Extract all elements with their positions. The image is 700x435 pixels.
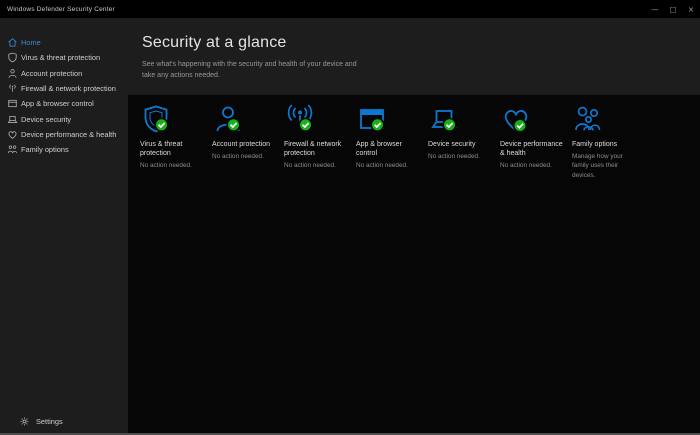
tile-status: No action needed. bbox=[212, 152, 278, 161]
sidebar-item-label: Device performance & health bbox=[21, 130, 116, 139]
sidebar-item-device-performance-health[interactable]: Device performance & health bbox=[0, 127, 128, 142]
sidebar-item-device-security[interactable]: Device security bbox=[0, 111, 128, 126]
sidebar-item-label: Device security bbox=[21, 115, 71, 124]
page-subtitle: See what's happening with the security a… bbox=[142, 59, 368, 81]
shield-icon bbox=[140, 103, 172, 135]
maximize-button[interactable]: □ bbox=[664, 0, 682, 18]
sidebar-item-home[interactable]: Home bbox=[0, 35, 128, 50]
tile-firewall-network-protection[interactable]: Firewall & network protection No action … bbox=[284, 103, 356, 171]
tile-virus-threat-protection[interactable]: Virus & threat protection No action need… bbox=[140, 103, 212, 171]
app-window: Windows Defender Security Center — □ × H… bbox=[0, 0, 700, 435]
check-badge-icon bbox=[299, 119, 312, 132]
check-badge-icon bbox=[443, 119, 456, 132]
glance-panel: Virus & threat protection No action need… bbox=[128, 95, 700, 435]
tile-label: Family options bbox=[572, 140, 638, 149]
settings-label: Settings bbox=[36, 417, 63, 426]
tile-account-protection[interactable]: Account protection No action needed. bbox=[212, 103, 284, 161]
person-icon bbox=[212, 103, 244, 135]
home-icon bbox=[7, 37, 18, 48]
tile-status: No action needed. bbox=[140, 161, 206, 170]
app-window-icon bbox=[356, 103, 388, 135]
tile-device-performance-health[interactable]: Device performance & health No action ne… bbox=[500, 103, 572, 171]
tile-status: No action needed. bbox=[284, 161, 350, 170]
sidebar-item-family-options[interactable]: Family options bbox=[0, 142, 128, 157]
tile-label: App & browser control bbox=[356, 140, 422, 159]
main-content: Security at a glance See what's happenin… bbox=[128, 18, 700, 435]
gear-icon bbox=[19, 416, 30, 427]
tile-status: No action needed. bbox=[356, 161, 422, 170]
heart-icon bbox=[500, 103, 532, 135]
sidebar-item-label: App & browser control bbox=[21, 99, 94, 108]
tile-status: No action needed. bbox=[428, 152, 494, 161]
minimize-button[interactable]: — bbox=[646, 0, 664, 18]
sidebar-item-label: Family options bbox=[21, 145, 69, 154]
tile-status: No action needed. bbox=[500, 161, 566, 170]
sidebar-item-label: Firewall & network protection bbox=[21, 84, 116, 93]
sidebar-item-label: Home bbox=[21, 38, 41, 47]
person-icon bbox=[7, 68, 18, 79]
laptop-icon bbox=[428, 103, 460, 135]
tile-label: Device security bbox=[428, 140, 494, 149]
check-badge-icon bbox=[514, 119, 527, 132]
sidebar-item-account-protection[interactable]: Account protection bbox=[0, 66, 128, 81]
tile-status: Manage how your family uses their device… bbox=[572, 152, 638, 180]
sidebar-item-settings[interactable]: Settings bbox=[19, 416, 63, 427]
family-icon bbox=[7, 144, 18, 155]
family-icon bbox=[572, 103, 604, 135]
network-icon bbox=[7, 83, 18, 94]
check-badge-icon bbox=[227, 119, 240, 132]
laptop-icon bbox=[7, 114, 18, 125]
sidebar-item-virus-threat-protection[interactable]: Virus & threat protection bbox=[0, 50, 128, 65]
tile-family-options[interactable]: Family options Manage how your family us… bbox=[572, 103, 644, 180]
app-window-icon bbox=[7, 98, 18, 109]
tile-label: Account protection bbox=[212, 140, 278, 149]
sidebar-item-label: Virus & threat protection bbox=[21, 53, 100, 62]
tile-label: Virus & threat protection bbox=[140, 140, 206, 159]
shield-icon bbox=[7, 52, 18, 63]
sidebar: Home Virus & threat protection Account p… bbox=[0, 18, 128, 435]
tile-label: Firewall & network protection bbox=[284, 140, 350, 159]
caption-buttons: — □ × bbox=[646, 0, 700, 18]
heart-icon bbox=[7, 129, 18, 140]
tile-app-browser-control[interactable]: App & browser control No action needed. bbox=[356, 103, 428, 171]
page-title: Security at a glance bbox=[142, 34, 700, 52]
window-title: Windows Defender Security Center bbox=[0, 6, 646, 13]
network-icon bbox=[284, 103, 316, 135]
sidebar-item-label: Account protection bbox=[21, 69, 82, 78]
tile-label: Device performance & health bbox=[500, 140, 566, 159]
sidebar-item-app-browser-control[interactable]: App & browser control bbox=[0, 96, 128, 111]
titlebar: Windows Defender Security Center — □ × bbox=[0, 0, 700, 18]
check-badge-icon bbox=[371, 119, 384, 132]
close-button[interactable]: × bbox=[682, 0, 700, 18]
sidebar-item-firewall-network-protection[interactable]: Firewall & network protection bbox=[0, 81, 128, 96]
check-badge-icon bbox=[155, 119, 168, 132]
tile-device-security[interactable]: Device security No action needed. bbox=[428, 103, 500, 161]
